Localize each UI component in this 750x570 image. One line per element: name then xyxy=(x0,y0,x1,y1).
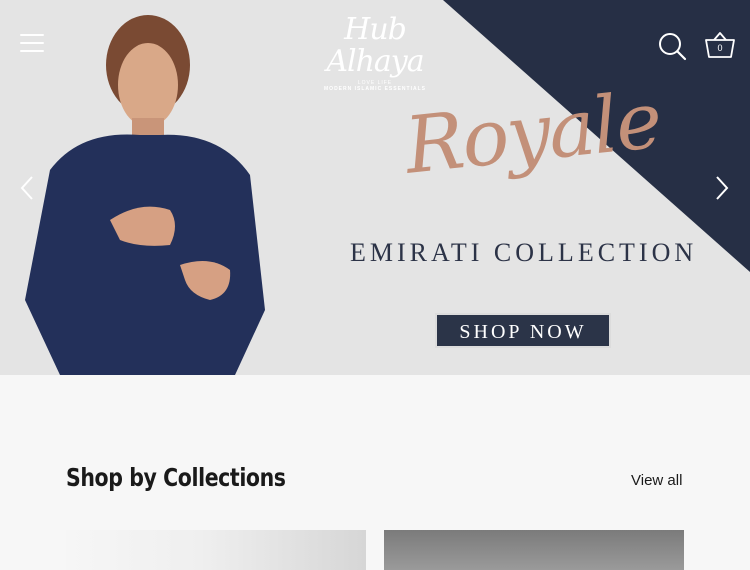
hero-title: EMIRATI COLLECTION xyxy=(350,238,698,267)
shop-now-button[interactable]: SHOP NOW xyxy=(435,313,611,348)
collection-card[interactable] xyxy=(384,530,684,570)
hero-banner: Hub Alhaya LOVE LIFE MODERN ISLAMIC ESSE… xyxy=(0,0,750,375)
collection-card[interactable] xyxy=(66,530,366,570)
hamburger-menu-icon[interactable] xyxy=(20,34,44,54)
cart-count-badge: 0 xyxy=(717,43,723,53)
chevron-left-icon[interactable] xyxy=(18,175,38,201)
search-icon[interactable] xyxy=(657,31,687,61)
site-logo[interactable]: Hub Alhaya LOVE LIFE MODERN ISLAMIC ESSE… xyxy=(300,12,450,93)
view-all-link[interactable]: View all xyxy=(631,472,682,489)
logo-title: Hub Alhaya xyxy=(326,12,424,79)
model-image xyxy=(25,15,265,375)
chevron-right-icon[interactable] xyxy=(712,175,732,201)
section-heading: Shop by Collections xyxy=(66,463,286,492)
logo-subtagline: MODERN ISLAMIC ESSENTIALS xyxy=(324,86,426,92)
cart-button[interactable]: 0 xyxy=(704,30,736,62)
